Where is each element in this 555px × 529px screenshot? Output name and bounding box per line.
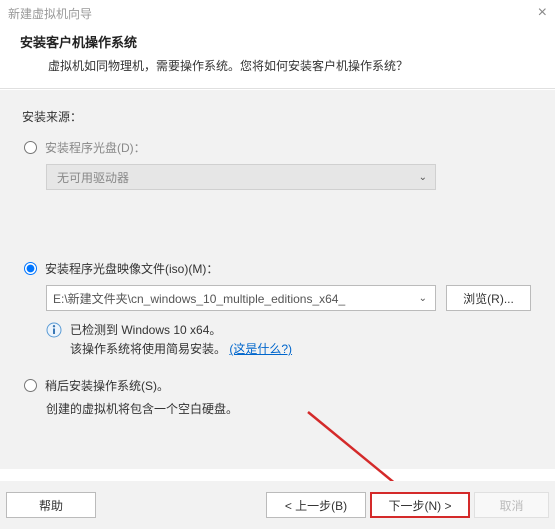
close-icon[interactable]: × (538, 5, 547, 21)
chevron-down-icon: ⌄ (419, 172, 427, 183)
radio-iso[interactable] (24, 262, 37, 275)
cancel-button-label: 取消 (499, 497, 523, 514)
radio-iso-label: 安装程序光盘映像文件(iso)(M)： (45, 260, 218, 277)
disc-drive-dropdown[interactable]: 无可用驱动器 ⌄ (46, 164, 436, 190)
header-panel: 安装客户机操作系统 虚拟机如同物理机，需要操作系统。您将如何安装客户机操作系统？ (0, 26, 555, 89)
window-title: 新建虚拟机向导 (8, 5, 92, 22)
cancel-button[interactable]: 取消 (474, 492, 549, 518)
browse-button[interactable]: 浏览(R)... (446, 285, 531, 311)
easy-install-line: 该操作系统将使用简易安装。 (70, 342, 226, 356)
help-button-label: 帮助 (39, 497, 63, 514)
install-source-label: 安装来源： (22, 108, 533, 125)
next-button[interactable]: 下一步(N) > (370, 492, 470, 518)
footer-buttons: 帮助 < 上一步(B) 下一步(N) > 取消 (0, 481, 555, 529)
back-button-label: < 上一步(B) (285, 497, 347, 514)
option-later[interactable]: 稍后安装操作系统(S)。 (22, 377, 533, 394)
page-subtitle: 虚拟机如同物理机，需要操作系统。您将如何安装客户机操作系统？ (20, 57, 535, 74)
page-title: 安装客户机操作系统 (20, 32, 535, 51)
radio-disc-label: 安装程序光盘(D)： (45, 139, 146, 156)
option-disc[interactable]: 安装程序光盘(D)： (22, 139, 533, 156)
iso-path-dropdown[interactable]: E:\新建文件夹\cn_windows_10_multiple_editions… (46, 285, 436, 311)
body-panel: 安装来源： 安装程序光盘(D)： 无可用驱动器 ⌄ 安装程序光盘映像文件(iso… (0, 89, 555, 469)
option-iso[interactable]: 安装程序光盘映像文件(iso)(M)： (22, 260, 533, 277)
back-button[interactable]: < 上一步(B) (266, 492, 366, 518)
detection-info: 已检测到 Windows 10 x64。 该操作系统将使用简易安装。 (这是什么… (46, 321, 533, 359)
iso-path-value: E:\新建文件夹\cn_windows_10_multiple_editions… (53, 290, 403, 307)
later-description: 创建的虚拟机将包含一个空白硬盘。 (46, 400, 533, 417)
help-button[interactable]: 帮助 (6, 492, 96, 518)
vm-wizard-window: 新建虚拟机向导 × 安装客户机操作系统 虚拟机如同物理机，需要操作系统。您将如何… (0, 0, 555, 529)
what-is-this-link[interactable]: (这是什么?) (229, 342, 292, 356)
titlebar: 新建虚拟机向导 × (0, 0, 555, 26)
next-button-label: 下一步(N) > (388, 497, 451, 514)
disc-drive-value: 无可用驱动器 (57, 169, 129, 186)
chevron-down-icon: ⌄ (419, 293, 427, 304)
detected-os-line: 已检测到 Windows 10 x64。 (70, 323, 221, 337)
detection-text: 已检测到 Windows 10 x64。 该操作系统将使用简易安装。 (这是什么… (70, 321, 292, 359)
radio-disc[interactable] (24, 141, 37, 154)
info-icon (46, 322, 62, 338)
radio-later-label: 稍后安装操作系统(S)。 (45, 377, 169, 394)
radio-later[interactable] (24, 379, 37, 392)
browse-button-label: 浏览(R)... (463, 290, 514, 307)
